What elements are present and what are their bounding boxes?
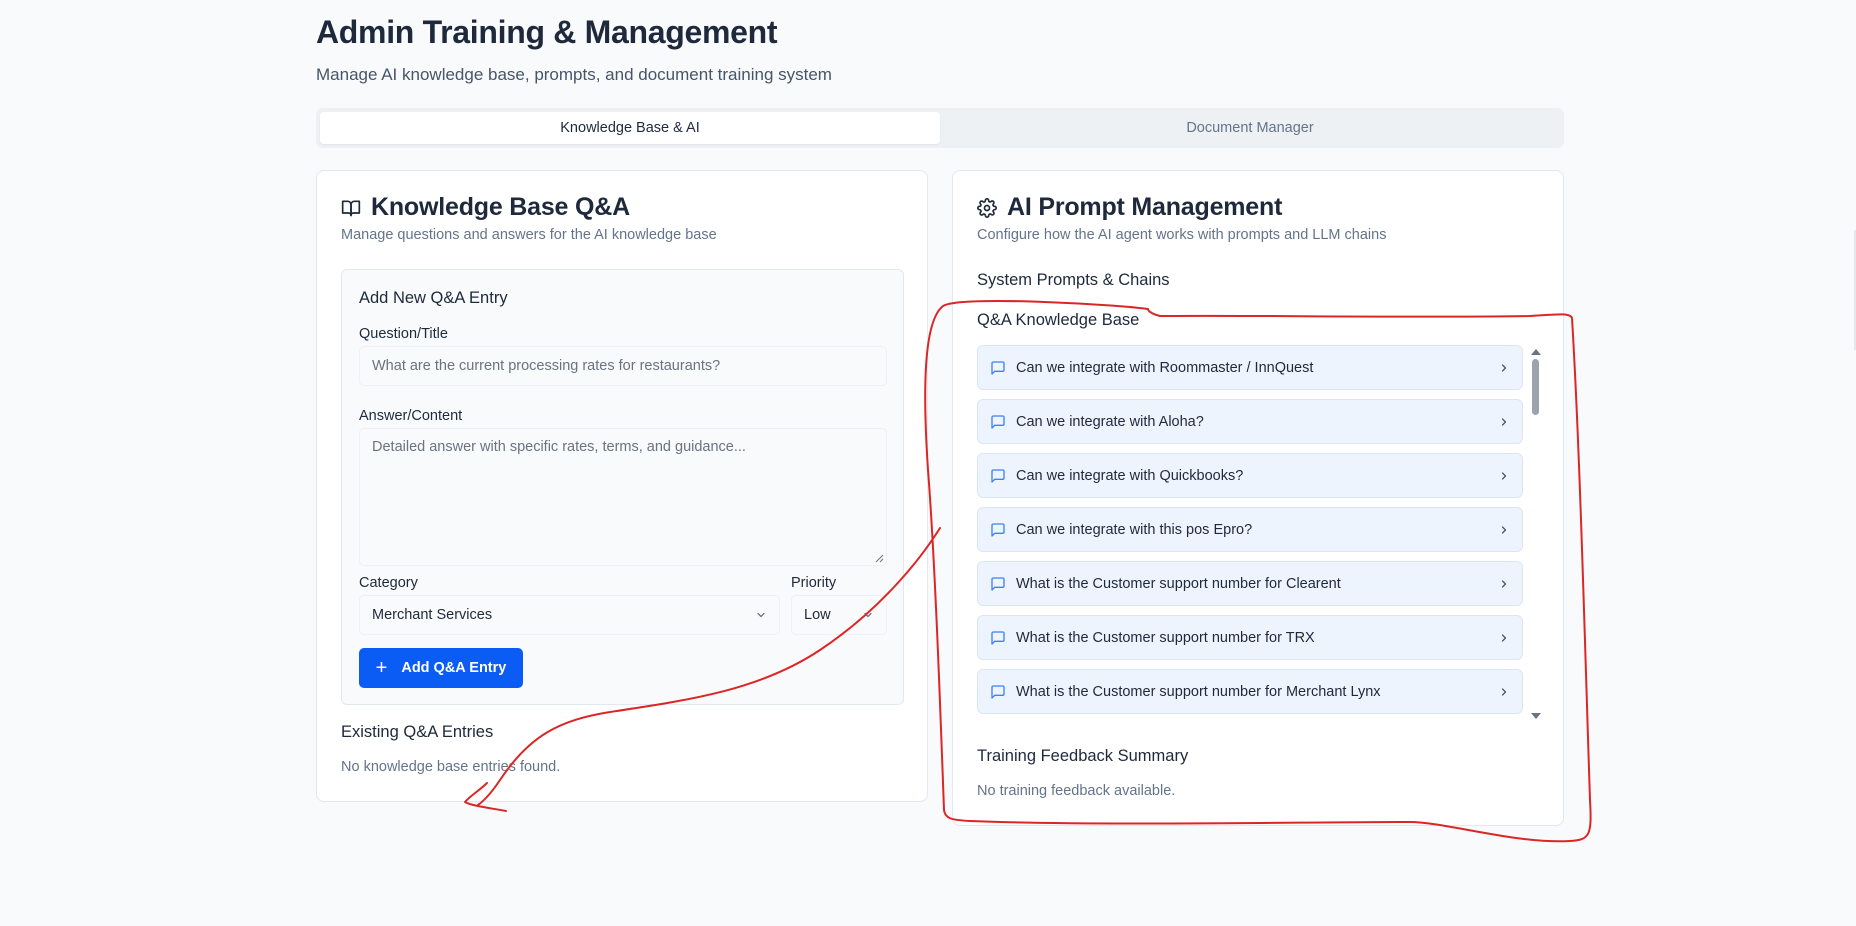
qa-list-item[interactable]: What is the Customer support number for … [977,561,1523,606]
message-square-icon [991,522,1005,537]
qa-list-item[interactable]: Can we integrate with Quickbooks? [977,453,1523,498]
add-qa-heading: Add New Q&A Entry [359,289,508,307]
page-subtitle: Manage AI knowledge base, prompts, and d… [316,65,832,84]
knowledge-base-header: Knowledge Base Q&A [341,193,630,222]
add-qa-form: Add New Q&A Entry Question/Title What ar… [341,269,904,705]
qa-list-item[interactable]: What is the Customer support number for … [977,615,1523,660]
ai-prompt-card: AI Prompt Management Configure how the A… [952,170,1564,826]
chevron-down-icon [757,612,765,618]
category-value: Merchant Services [372,607,493,623]
answer-placeholder: Detailed answer with specific rates, ter… [372,439,746,455]
priority-select[interactable]: Low [791,595,887,635]
message-square-icon [991,630,1005,645]
training-feedback-title: Training Feedback Summary [977,747,1189,765]
ai-prompt-header: AI Prompt Management [977,193,1282,222]
scroll-down-arrow-icon[interactable] [1531,713,1541,719]
page: Admin Training & Management Manage AI kn… [316,0,1564,826]
book-open-icon [341,200,361,216]
question-label: Question/Title [359,326,448,342]
question-input[interactable]: What are the current processing rates fo… [359,346,887,386]
knowledge-base-description: Manage questions and answers for the AI … [341,227,717,243]
gear-icon [977,197,997,218]
add-qa-entry-label: Add Q&A Entry [401,660,507,676]
knowledge-base-title: Knowledge Base Q&A [371,193,630,221]
qa-item-text: Can we integrate with Roommaster / InnQu… [1016,359,1314,376]
ai-prompt-description: Configure how the AI agent works with pr… [977,227,1387,243]
priority-value: Low [804,607,831,623]
message-square-icon [991,684,1005,699]
tab-knowledge-base-ai[interactable]: Knowledge Base & AI [320,112,940,144]
qa-list-item[interactable]: What is the Customer support number for … [977,669,1523,714]
chevron-down-icon [864,612,872,618]
qa-item-text: What is the Customer support number for … [1016,683,1381,700]
chevron-right-icon [1501,417,1507,426]
chevron-right-icon [1501,687,1507,696]
priority-label: Priority [791,575,837,591]
scrollbar-thumb[interactable] [1532,359,1539,415]
qa-item-text: What is the Customer support number for … [1016,629,1315,646]
knowledge-base-card: Knowledge Base Q&A Manage questions and … [316,170,928,802]
message-square-icon [991,576,1005,591]
chevron-right-icon [1501,363,1507,372]
page-title: Admin Training & Management [316,14,778,50]
tab-document-manager[interactable]: Document Manager [940,112,1560,144]
resize-grip-icon[interactable] [874,553,884,563]
add-qa-entry-button[interactable]: + Add Q&A Entry [359,648,523,688]
message-square-icon [991,414,1005,429]
qa-list-item[interactable]: Can we integrate with Roommaster / InnQu… [977,345,1523,390]
qa-item-text: Can we integrate with Aloha? [1016,413,1204,430]
chevron-right-icon [1501,525,1507,534]
qa-item-text: Can we integrate with this pos Epro? [1016,521,1253,538]
message-square-icon [991,360,1005,375]
qa-list-item[interactable]: Can we integrate with this pos Epro? [977,507,1523,552]
category-select[interactable]: Merchant Services [359,595,780,635]
scroll-up-arrow-icon[interactable] [1531,349,1541,355]
system-prompts-title: System Prompts & Chains [977,271,1170,289]
qa-knowledge-base-title: Q&A Knowledge Base [977,311,1140,329]
chevron-right-icon [1501,633,1507,642]
qa-list-scrollbar[interactable] [1529,345,1541,723]
qa-item-text: Can we integrate with Quickbooks? [1016,467,1244,484]
chevron-right-icon [1501,471,1507,480]
training-feedback-empty: No training feedback available. [977,783,1176,799]
category-label: Category [359,575,418,591]
chevron-right-icon [1501,579,1507,588]
ai-prompt-title: AI Prompt Management [1007,193,1283,221]
message-square-icon [991,468,1005,483]
qa-item-text: What is the Customer support number for … [1016,575,1341,592]
plus-icon: + [375,657,388,679]
answer-label: Answer/Content [359,408,463,424]
existing-qa-title: Existing Q&A Entries [341,723,494,741]
answer-textarea[interactable]: Detailed answer with specific rates, ter… [359,428,887,566]
qa-list-item[interactable]: Can we integrate with Aloha? [977,399,1523,444]
tab-bar: Knowledge Base & AI Document Manager [316,108,1564,148]
qa-knowledge-list[interactable]: Can we integrate with Roommaster / InnQu… [977,345,1541,723]
existing-qa-empty: No knowledge base entries found. [341,759,561,775]
